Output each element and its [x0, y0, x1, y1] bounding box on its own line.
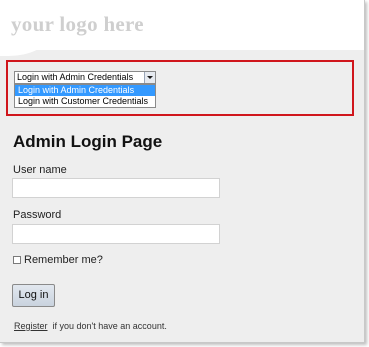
register-link[interactable]: Register [14, 321, 48, 331]
site-header: your logo here [0, 0, 364, 50]
option-customer-credentials[interactable]: Login with Customer Credentials [15, 96, 155, 107]
login-button[interactable]: Log in [12, 284, 55, 307]
chevron-down-icon[interactable] [144, 72, 155, 83]
username-input[interactable] [12, 178, 220, 198]
option-admin-credentials[interactable]: Login with Admin Credentials [15, 85, 155, 96]
password-label: Password [13, 209, 62, 221]
page-title: Admin Login Page [13, 132, 163, 151]
site-logo: your logo here [11, 12, 144, 36]
credentials-dropdown-list: Login with Admin Credentials Login with … [14, 84, 156, 108]
header-decoration [0, 36, 48, 56]
username-label: User name [13, 164, 67, 176]
password-input[interactable] [12, 224, 220, 244]
register-suffix: if you don't have an account. [52, 321, 167, 331]
remember-me-label: Remember me? [24, 254, 103, 266]
credentials-select-value: Login with Admin Credentials [17, 72, 134, 82]
register-line: Register if you don't have an account. [14, 321, 167, 331]
credentials-select[interactable]: Login with Admin Credentials [14, 71, 156, 84]
remember-me-checkbox[interactable] [13, 256, 21, 264]
page-frame: your logo here Login with Admin Credenti… [0, 0, 365, 343]
